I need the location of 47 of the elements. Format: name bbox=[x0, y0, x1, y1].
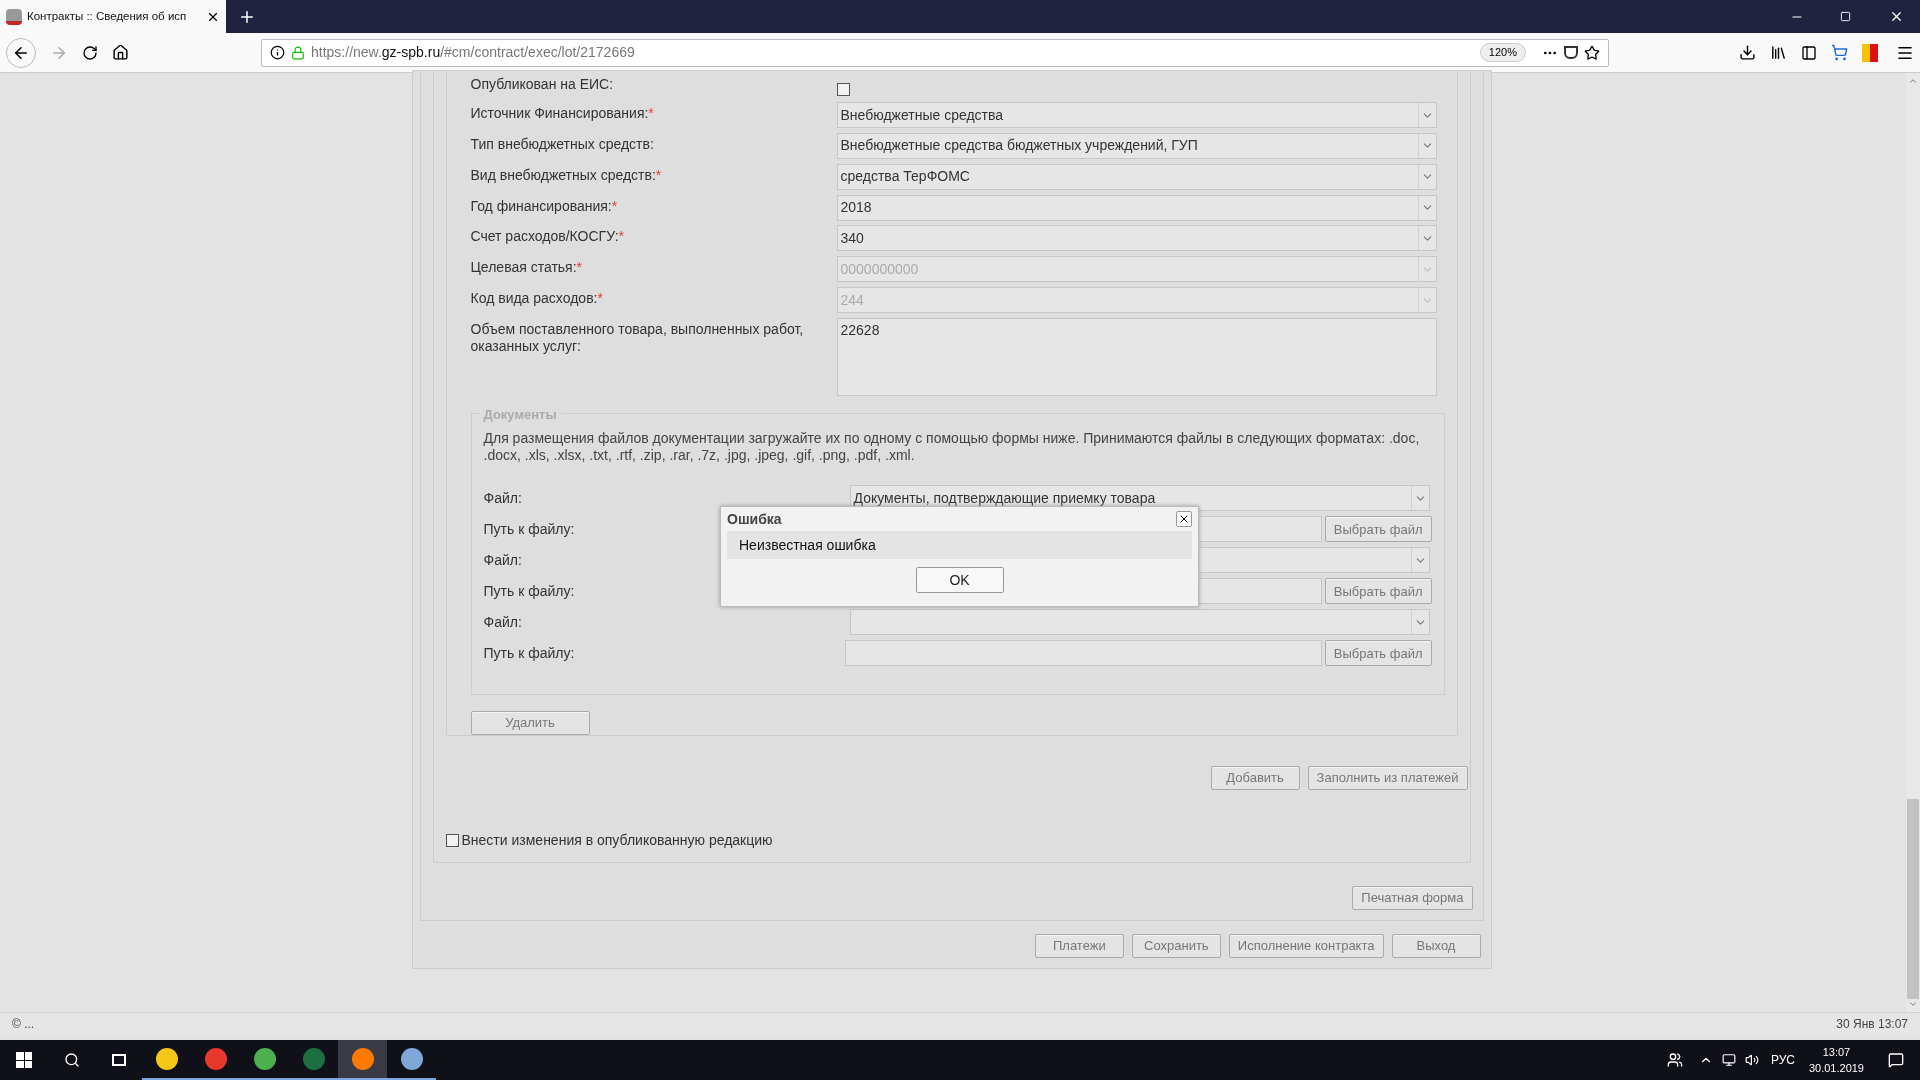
checkbox-label: Внести изменения в опубликованную редакцию bbox=[461, 831, 773, 850]
choose-file-button[interactable]: Выбрать файл bbox=[1324, 516, 1432, 543]
textarea-field[interactable]: 22628 bbox=[836, 317, 1437, 396]
field-label: Вид внебюджетных средств:* bbox=[470, 165, 663, 184]
ok-button[interactable]: OK bbox=[915, 567, 1004, 593]
field-label: Файл: bbox=[483, 612, 522, 632]
print-form-button[interactable]: Печатная форма bbox=[1352, 886, 1473, 910]
field-label: Год финансирования:* bbox=[470, 196, 619, 215]
tab-title: Контракты :: Сведения об исп bbox=[27, 8, 188, 24]
field-label: Объем поставленного товара, выполненных работ, оказанных услуг: bbox=[470, 319, 805, 355]
field-label: Опубликован на ЕИС: bbox=[470, 75, 615, 93]
select-field[interactable]: Документы, подтверждающие приемку товара bbox=[849, 485, 1430, 512]
select-field[interactable]: Внебюджетные средства bbox=[836, 102, 1437, 128]
url-text: https://new.gz-spb.ru/#cm/contract/exec/lot/2172669 bbox=[311, 43, 636, 62]
field-label: Код вида расходов:* bbox=[470, 289, 604, 308]
field-label: Источник Финансирования:* bbox=[470, 104, 655, 122]
copyright-text: © ... bbox=[12, 1015, 35, 1033]
action-button[interactable]: Заполнить из платежей bbox=[1307, 766, 1468, 790]
field-label: Путь к файлу: bbox=[483, 643, 575, 663]
status-date: 30 Янв 13:07 bbox=[1836, 1015, 1908, 1033]
browser-tab[interactable]: Контракты :: Сведения об исп bbox=[0, 0, 226, 33]
hint-text: Для размещения файлов документации загружайте их по одному с помощью формы ниже. Принимаются файлы в следующих форматах: .doc, .docx, .xls, .xlsx, .txt, .rtf, .zip, .rar, .7z, .jpg, .jpeg, .gif, .png, .pdf, .xml. bbox=[483, 430, 1421, 465]
dialog-title: Ошибка bbox=[727, 509, 782, 529]
language-indicator[interactable]: РУС bbox=[1770, 1051, 1795, 1069]
field-label: Путь к файлу: bbox=[483, 519, 575, 539]
field-label: Файл: bbox=[483, 550, 522, 570]
field-label: Файл: bbox=[483, 488, 522, 508]
footer-button[interactable]: Исполнение контракта bbox=[1228, 934, 1384, 958]
dialog-message: Неизвестная ошибка bbox=[739, 535, 876, 555]
footer-button[interactable]: Выход bbox=[1391, 934, 1481, 958]
field-label: Целевая статья:* bbox=[470, 258, 584, 277]
footer-button[interactable]: Сохранить bbox=[1131, 934, 1221, 958]
footer-button[interactable]: Платежи bbox=[1034, 934, 1124, 958]
field-label: Путь к файлу: bbox=[483, 581, 575, 601]
field-label: Счет расходов/КОСГУ:* bbox=[470, 227, 626, 246]
delete-button[interactable]: Удалить bbox=[470, 710, 590, 735]
choose-file-button[interactable]: Выбрать файл bbox=[1324, 578, 1432, 605]
select-field[interactable]: Внебюджетные средства бюджетных учреждений, ГУП bbox=[836, 132, 1437, 159]
select-field[interactable]: 340 bbox=[836, 225, 1437, 252]
field-label: Тип внебюджетных средств: bbox=[470, 134, 655, 153]
select-field[interactable]: 2018 bbox=[836, 194, 1437, 221]
zoom-badge[interactable]: 120% bbox=[1479, 43, 1526, 62]
select-field[interactable]: средства ТерФОМС bbox=[836, 163, 1437, 190]
choose-file-button[interactable]: Выбрать файл bbox=[1324, 640, 1432, 667]
taskbar-clock[interactable]: 13:07 30.01.2019 bbox=[1808, 1044, 1864, 1076]
address-bar[interactable]: https://new.gz-spb.ru/#cm/contract/exec/lot/2172669 120% bbox=[261, 38, 1609, 67]
action-button[interactable]: Добавить bbox=[1210, 766, 1300, 790]
